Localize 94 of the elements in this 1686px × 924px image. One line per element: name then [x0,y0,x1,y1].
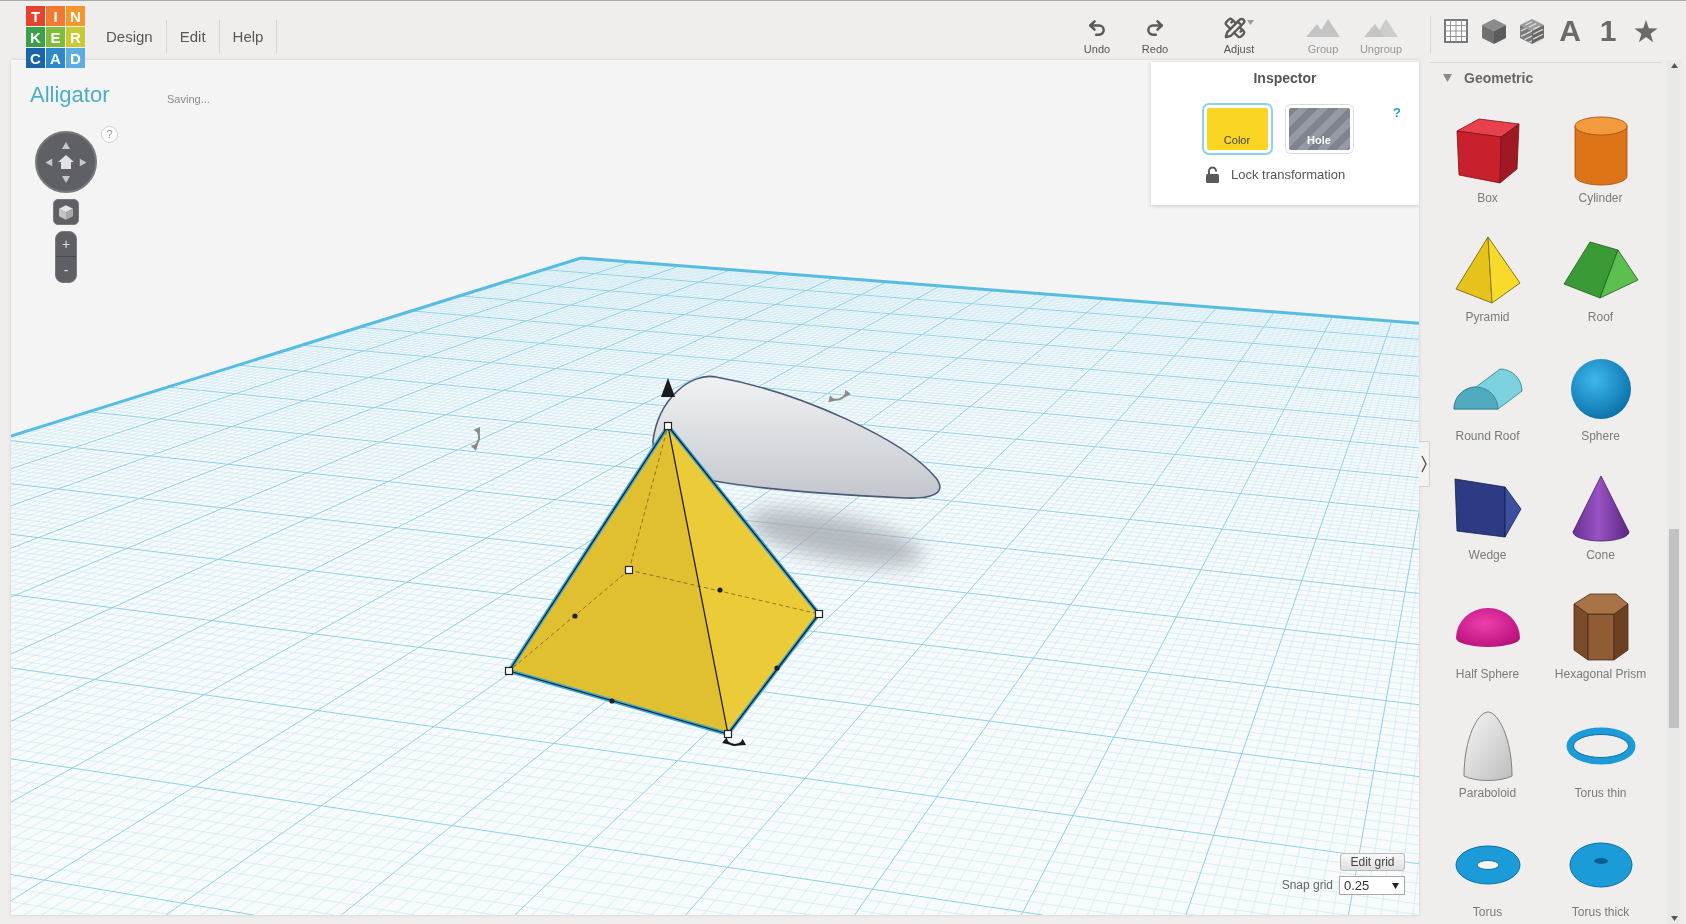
menu-item[interactable]: Help [219,20,278,54]
caret-down-icon [1392,882,1399,889]
snap-grid-label: Snap grid [1281,878,1333,893]
mountains-icon [1306,19,1340,37]
cone-icon [1571,474,1630,542]
category-button[interactable]: 1 [1589,11,1627,51]
shape-item[interactable]: Roof [1544,230,1657,349]
inspector-title: Inspector [1252,69,1318,87]
scrollbar-thumb[interactable] [1669,529,1679,728]
save-status: Saving... [167,92,210,106]
pencil-ruler-icon [1224,17,1246,39]
home-icon[interactable] [58,155,74,169]
logo-letter: T [26,6,45,26]
torus-thick-icon [1568,842,1633,888]
section-header[interactable]: Geometric [1443,68,1534,87]
category-button[interactable]: A [1551,11,1589,51]
square-handle-icon[interactable] [723,729,733,739]
undo-button[interactable]: Undo [1068,16,1126,56]
scroll-up-icon[interactable] [1670,63,1678,68]
logo-letter: I [46,6,65,26]
lock-toggle[interactable]: Lock transformation [1206,166,1346,183]
shape-item[interactable]: Half Sphere [1431,587,1544,706]
menu-item[interactable]: Edit [166,20,220,54]
collapse-panel-tab[interactable] [1419,441,1430,487]
shape-item[interactable]: Cylinder [1544,111,1657,230]
edit-grid-button[interactable]: Edit grid [1340,853,1405,871]
dot-handle-icon[interactable] [774,665,780,671]
arrow-up-icon[interactable] [62,141,70,149]
arrow-left-icon[interactable] [45,158,53,166]
logo-letter: K [26,27,45,47]
round-roof-icon [1452,368,1523,410]
lift-handle-icon[interactable] [661,378,675,397]
scroll-down-icon[interactable] [1670,916,1678,921]
hole-button[interactable]: Hole [1285,105,1353,153]
roof-icon [1562,241,1639,299]
shape-item[interactable]: Hexagonal Prism [1544,587,1657,706]
help-button[interactable]: ? [1393,106,1401,119]
logo-letter: N [66,6,85,26]
logo-letter: C [26,48,45,68]
redo-button[interactable]: Redo [1126,16,1184,56]
cube-icon [59,204,73,220]
logo-letter: A [46,48,65,68]
color-button[interactable]: Color [1203,105,1271,153]
cube-icon [1482,18,1506,44]
shape-item[interactable]: Wedge [1431,468,1544,587]
shape-item[interactable]: Paraboloid [1431,706,1544,825]
zoom-out-button[interactable]: - [56,257,76,282]
logo-letter: E [46,27,65,47]
striped-cube-icon [1520,18,1544,44]
zoom-in-button[interactable]: + [56,232,76,257]
help-button[interactable]: ? [101,126,118,143]
undo-icon [1087,18,1107,38]
square-handle-icon[interactable] [624,565,634,575]
torus-thin-icon [1565,727,1636,765]
square-handle-icon[interactable] [814,609,824,619]
rotate-handle-icon[interactable] [470,427,481,451]
snap-grid-select[interactable]: 0.25 [1339,876,1405,895]
dot-handle-icon[interactable] [572,613,578,619]
shape-item[interactable]: Torus thin [1544,706,1657,825]
scrollbar[interactable] [1667,60,1681,924]
design-title: Alligator [30,81,110,109]
arrow-down-icon[interactable] [62,175,70,183]
adjust-button[interactable]: Adjust [1210,16,1268,56]
logo-letter: D [66,48,85,68]
logo-letter: R [66,27,85,47]
dot-handle-icon[interactable] [717,587,723,593]
square-handle-icon[interactable] [504,666,514,676]
shape-item[interactable]: Torus [1431,825,1544,924]
shape-item[interactable]: Box [1431,111,1544,230]
arrow-right-icon[interactable] [79,158,87,166]
view-cube-button[interactable] [53,199,79,225]
star-icon [1634,19,1658,43]
hexagonal-prism-icon [1572,593,1629,661]
menu-item[interactable]: Design [93,20,167,54]
mountains-icon [1364,19,1398,37]
sphere-icon [1569,358,1632,420]
shape-item[interactable]: Round Roof [1431,349,1544,468]
shape-item[interactable]: Pyramid [1431,230,1544,349]
chevron-right-icon [1421,455,1427,473]
wedge-icon [1453,478,1522,538]
dot-handle-icon[interactable] [609,698,615,704]
torus-icon [1454,845,1521,885]
shape-item[interactable]: Cone [1544,468,1657,587]
cylinder-icon [1573,116,1628,186]
shape-item[interactable]: Torus thick [1544,825,1657,924]
rotate-handle-icon[interactable] [722,737,747,747]
paraboloid-icon [1462,710,1513,782]
box-icon [1455,118,1520,184]
redo-icon [1145,18,1165,38]
grid-icon [1444,19,1468,43]
pyramid-icon [1454,236,1521,304]
square-handle-icon[interactable] [663,421,673,431]
shape-item[interactable]: Sphere [1544,349,1657,468]
rotate-handle-icon[interactable] [828,389,851,403]
